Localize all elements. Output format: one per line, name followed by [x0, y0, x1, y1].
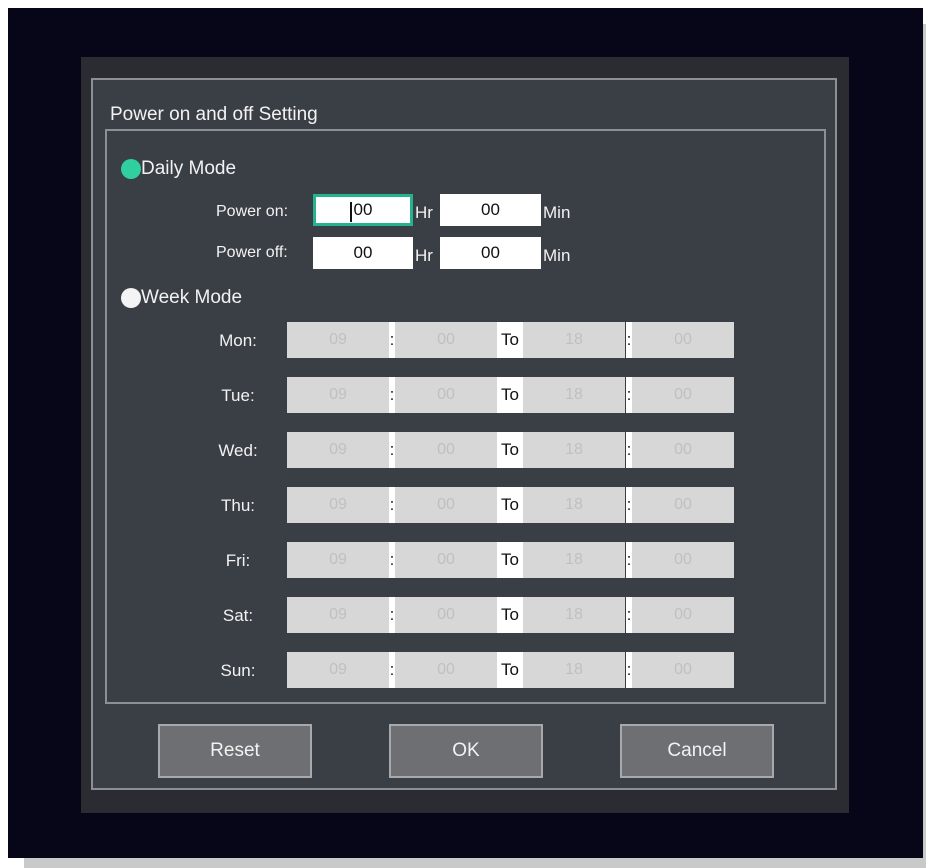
- daily-mode-radio[interactable]: Daily Mode: [121, 158, 236, 180]
- start-hour-input[interactable]: 09: [287, 597, 389, 633]
- start-hour-input[interactable]: 09: [287, 652, 389, 688]
- radio-unselected-icon: [121, 288, 141, 308]
- start-minute-input[interactable]: 00: [395, 322, 497, 358]
- start-minute-input[interactable]: 00: [395, 542, 497, 578]
- to-label: To: [497, 542, 523, 578]
- power-off-min-unit: Min: [543, 246, 571, 265]
- end-minute-input[interactable]: 00: [632, 652, 734, 688]
- to-label: To: [497, 322, 523, 358]
- end-minute-input[interactable]: 00: [632, 597, 734, 633]
- start-minute-input[interactable]: 00: [395, 652, 497, 688]
- start-minute-input[interactable]: 00: [395, 377, 497, 413]
- power-off-hour-input[interactable]: 00: [313, 237, 413, 269]
- start-hour-input[interactable]: 09: [287, 487, 389, 523]
- start-minute-input[interactable]: 00: [395, 432, 497, 468]
- radio-selected-icon: [121, 159, 141, 179]
- to-label: To: [497, 652, 523, 688]
- ok-button[interactable]: OK: [389, 724, 543, 778]
- daily-mode-label: Daily Mode: [141, 158, 237, 179]
- end-minute-input[interactable]: 00: [632, 432, 734, 468]
- power-on-label: Power on:: [216, 203, 289, 220]
- to-label: To: [497, 487, 523, 523]
- end-minute-input[interactable]: 00: [632, 377, 734, 413]
- end-hour-input[interactable]: 18: [523, 322, 625, 358]
- power-off-minute-input[interactable]: 00: [440, 237, 541, 269]
- start-hour-input[interactable]: 09: [287, 377, 389, 413]
- to-label: To: [497, 597, 523, 633]
- power-on-hr-unit: Hr: [415, 203, 433, 222]
- reset-button[interactable]: Reset: [158, 724, 312, 778]
- end-minute-input[interactable]: 00: [632, 542, 734, 578]
- week-day-label: Sat:: [222, 606, 254, 625]
- week-day-label: Wed:: [218, 441, 258, 460]
- start-minute-input[interactable]: 00: [395, 597, 497, 633]
- text-caret: [350, 202, 352, 222]
- week-day-label: Tue:: [221, 386, 255, 405]
- start-hour-input[interactable]: 09: [287, 432, 389, 468]
- to-label: To: [497, 377, 523, 413]
- start-minute-input[interactable]: 00: [395, 487, 497, 523]
- end-hour-input[interactable]: 18: [523, 542, 625, 578]
- end-hour-input[interactable]: 18: [523, 487, 625, 523]
- power-on-hour-value: 00: [353, 200, 373, 219]
- week-day-label: Sun:: [220, 661, 256, 680]
- to-label: To: [497, 432, 523, 468]
- end-hour-input[interactable]: 18: [523, 597, 625, 633]
- start-hour-input[interactable]: 09: [287, 542, 389, 578]
- end-minute-input[interactable]: 00: [632, 322, 734, 358]
- week-day-label: Mon:: [219, 331, 257, 350]
- dialog-title: Power on and off Setting: [110, 104, 318, 125]
- cancel-button[interactable]: Cancel: [620, 724, 774, 778]
- week-mode-radio[interactable]: Week Mode: [121, 287, 242, 309]
- power-off-hr-unit: Hr: [415, 246, 433, 265]
- start-hour-input[interactable]: 09: [287, 322, 389, 358]
- end-hour-input[interactable]: 18: [523, 432, 625, 468]
- frame-shadow-bottom: [24, 858, 926, 868]
- week-day-label: Thu:: [220, 496, 256, 515]
- end-hour-input[interactable]: 18: [523, 652, 625, 688]
- end-minute-input[interactable]: 00: [632, 487, 734, 523]
- week-mode-label: Week Mode: [141, 287, 243, 308]
- power-on-hour-input[interactable]: 00: [313, 194, 413, 226]
- end-hour-input[interactable]: 18: [523, 377, 625, 413]
- power-on-min-unit: Min: [543, 203, 571, 222]
- power-off-label: Power off:: [216, 244, 288, 261]
- week-day-label: Fri:: [225, 551, 251, 570]
- power-on-minute-input[interactable]: 00: [440, 194, 541, 226]
